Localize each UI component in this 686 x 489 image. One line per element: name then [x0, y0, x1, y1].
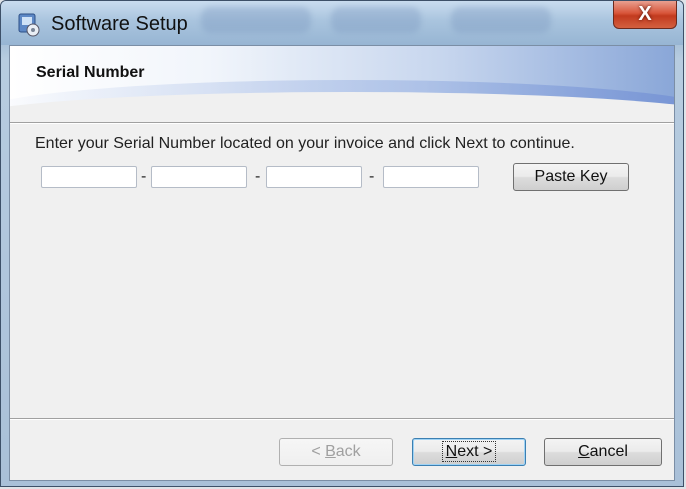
close-button[interactable]: X: [613, 1, 677, 29]
close-icon: X: [638, 3, 652, 25]
instructions-text: Enter your Serial Number located on your…: [35, 135, 575, 152]
serial-field-3[interactable]: [266, 166, 362, 188]
divider: [10, 123, 674, 124]
serial-separator: -: [369, 168, 375, 185]
back-prefix: <: [311, 443, 326, 460]
serial-field-1[interactable]: [41, 166, 137, 188]
serial-field-4[interactable]: [383, 166, 479, 188]
title-bar[interactable]: Software Setup X: [1, 1, 683, 45]
setup-app-icon: [18, 13, 40, 37]
next-accel: N: [445, 443, 458, 460]
divider: [10, 419, 674, 420]
cancel-label: ancel: [589, 443, 628, 460]
window-title: Software Setup: [51, 13, 188, 35]
page-title: Serial Number: [36, 64, 145, 81]
next-label: ext >: [457, 443, 493, 460]
titlebar-glass: [201, 7, 311, 33]
paste-key-button[interactable]: Paste Key: [513, 163, 629, 191]
next-button[interactable]: Next >: [412, 438, 526, 466]
titlebar-glass: [451, 7, 551, 33]
back-label: ack: [335, 443, 361, 460]
cancel-button[interactable]: Cancel: [544, 438, 662, 466]
back-accel: B: [325, 443, 336, 460]
serial-separator: -: [255, 168, 261, 185]
titlebar-glass: [331, 7, 421, 33]
serial-field-2[interactable]: [151, 166, 247, 188]
next-focus: Next >: [441, 441, 497, 462]
header-banner: Serial Number: [10, 46, 674, 122]
setup-window: Software Setup X Serial Number Enter you…: [0, 0, 684, 487]
serial-separator: -: [141, 168, 147, 185]
cancel-accel: C: [578, 443, 590, 460]
dialog-client-area: Serial Number Enter your Serial Number l…: [9, 45, 675, 481]
back-button[interactable]: < Back: [279, 438, 393, 466]
